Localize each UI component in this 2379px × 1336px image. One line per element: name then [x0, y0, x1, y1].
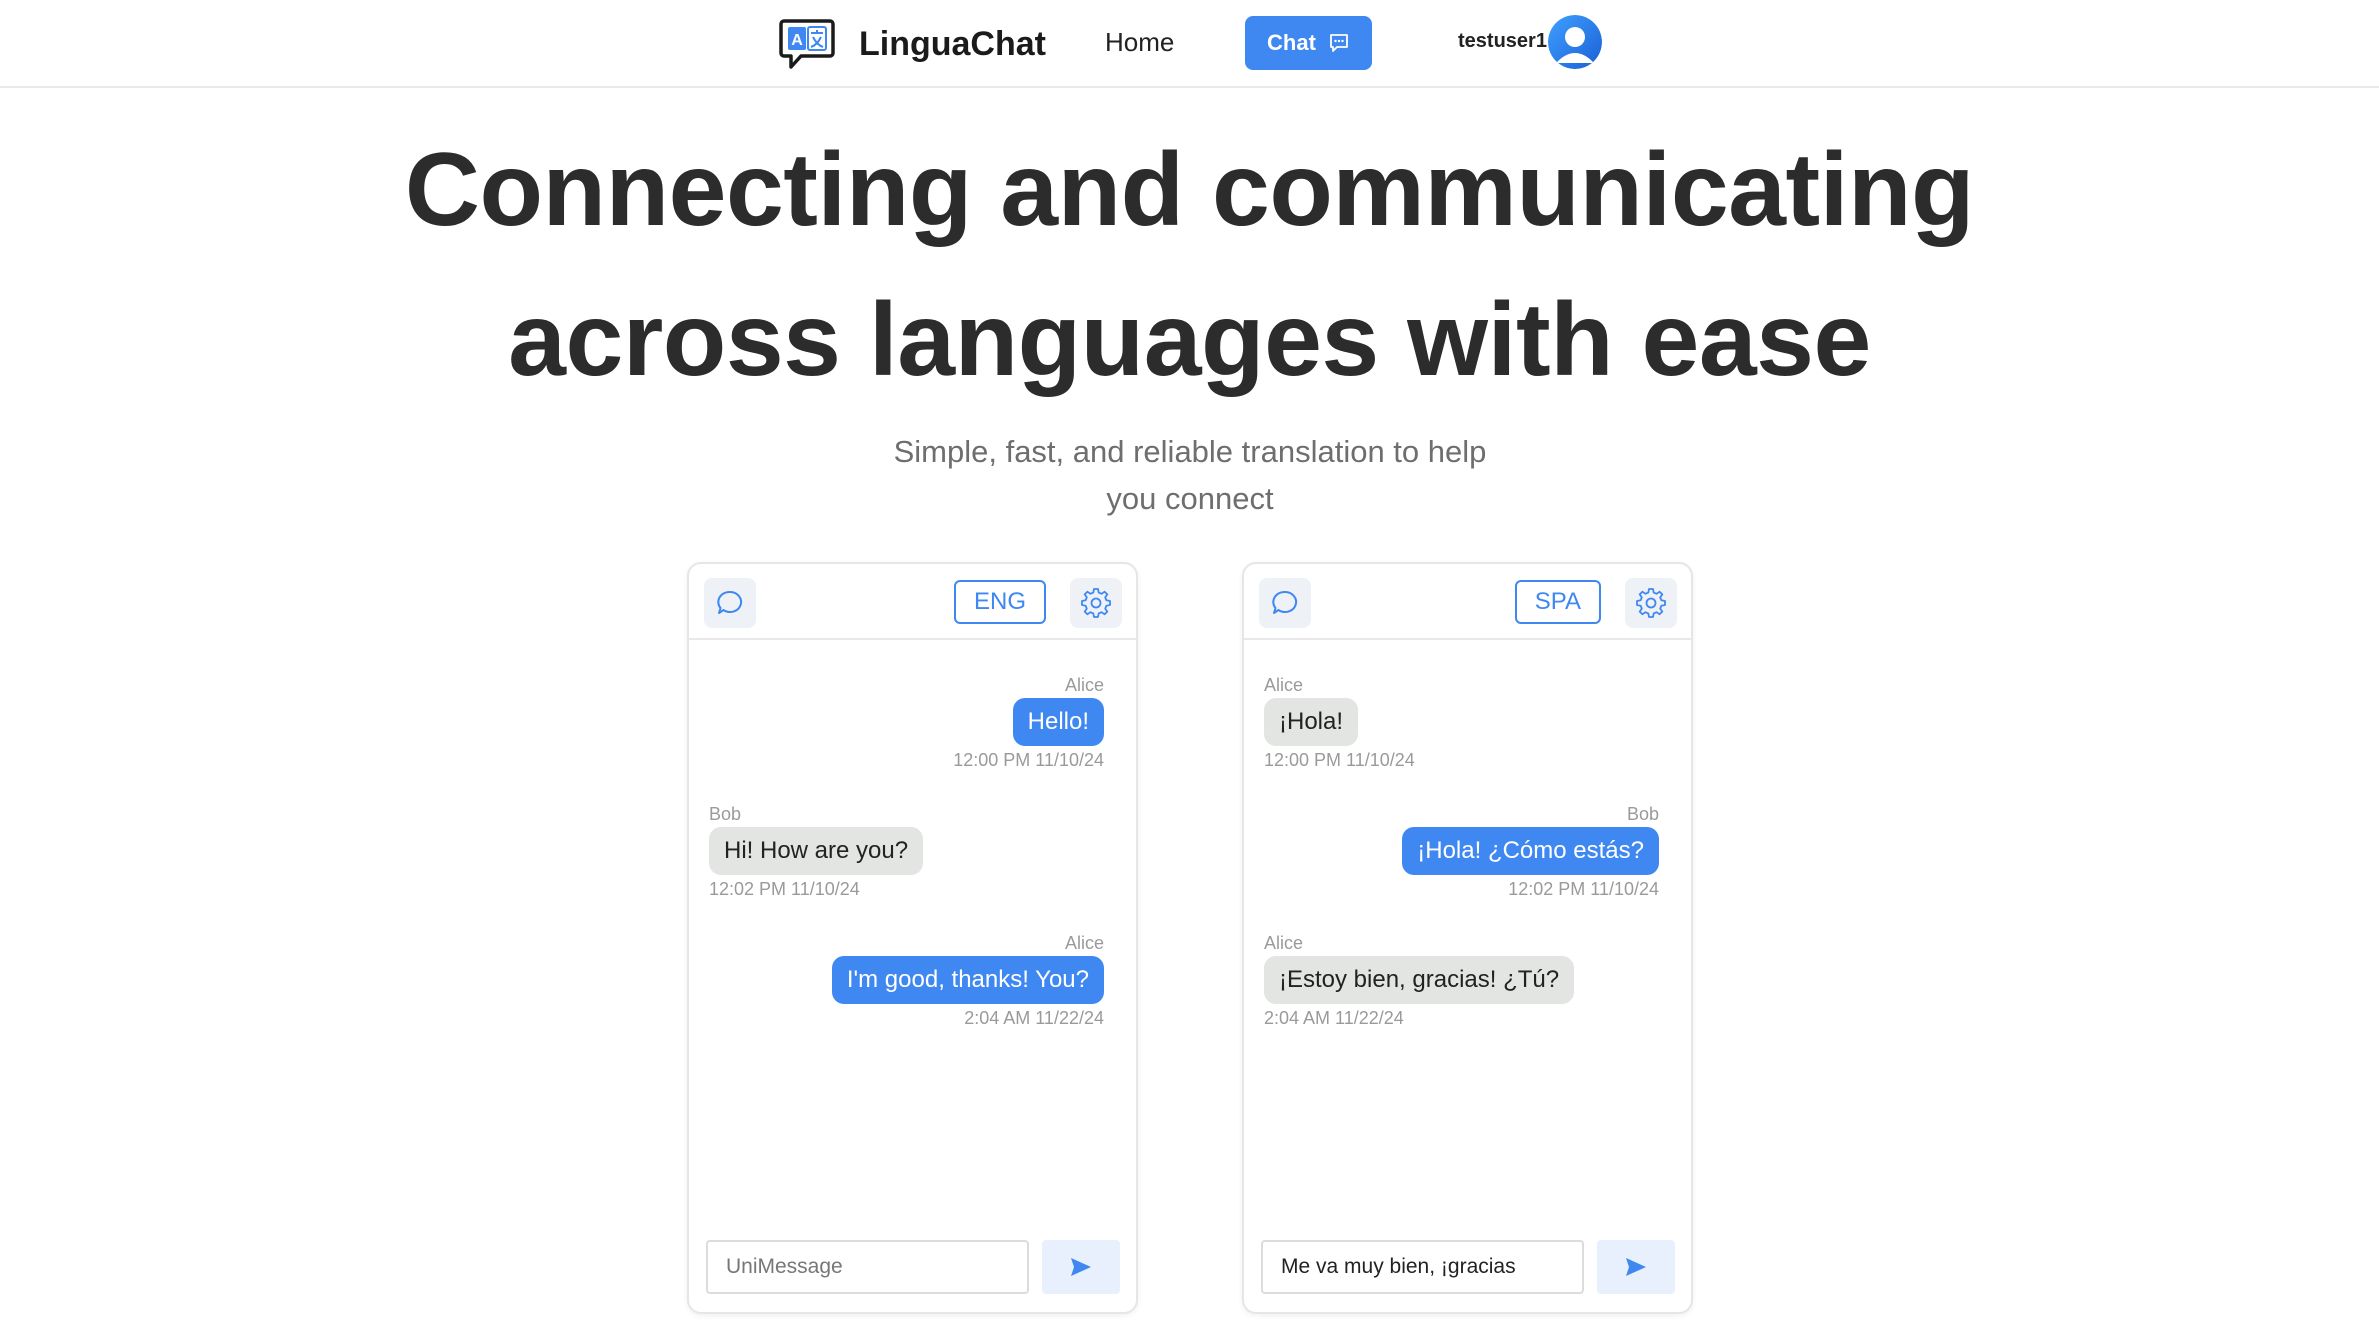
- message-item: Bob ¡Hola! ¿Cómo estás? 12:02 PM 11/10/2…: [1402, 801, 1659, 903]
- hero-title: Connecting and communicating across lang…: [0, 115, 2379, 415]
- message-item: Alice Hello! 12:00 PM 11/10/24: [953, 672, 1104, 774]
- message-timestamp: 12:02 PM 11/10/24: [709, 879, 860, 899]
- message-timestamp: 12:00 PM 11/10/24: [1264, 750, 1415, 770]
- chat-bubble-icon: [717, 590, 743, 614]
- message-timestamp: 2:04 AM 11/22/24: [1264, 1008, 1404, 1028]
- message-sender: Alice: [1064, 675, 1104, 695]
- message-sender: Bob: [709, 804, 742, 824]
- message-input[interactable]: [706, 1240, 1029, 1294]
- message-bubble: ¡Estoy bien, gracias! ¿Tú?: [1264, 956, 1575, 1004]
- settings-button[interactable]: [1070, 578, 1122, 628]
- gear-icon: [1636, 588, 1666, 618]
- nav-chat-label: Chat: [1267, 30, 1316, 55]
- send-button[interactable]: [1042, 1240, 1120, 1294]
- svg-text:A: A: [791, 32, 803, 49]
- send-button[interactable]: [1597, 1240, 1675, 1294]
- message-bubble: ¡Hola! ¿Cómo estás?: [1402, 827, 1659, 875]
- message-sender: Bob: [1626, 804, 1659, 824]
- hero-subtitle-line-1: Simple, fast, and reliable translation t…: [893, 434, 1487, 469]
- top-navbar: A LinguaChat Home Chat testuser1: [0, 0, 2379, 88]
- send-icon: [1626, 1258, 1646, 1276]
- message-sender: Alice: [1264, 933, 1304, 953]
- chat-toggle-button[interactable]: [1259, 578, 1311, 628]
- chat-card-header: ENG: [689, 564, 1136, 640]
- language-badge[interactable]: ENG: [953, 580, 1046, 624]
- hero-subtitle-line-2: you connect: [1106, 481, 1274, 516]
- hero-title-line-1: Connecting and communicating: [404, 132, 1975, 248]
- brand-name: LinguaChat: [859, 24, 1046, 63]
- gear-icon: [1081, 588, 1111, 618]
- message-bubble: Hi! How are you?: [709, 827, 924, 875]
- nav-chat-button[interactable]: Chat: [1245, 16, 1372, 70]
- nav-home-link[interactable]: Home: [1105, 27, 1174, 58]
- message-item: Alice ¡Estoy bien, gracias! ¿Tú? 2:04 AM…: [1264, 930, 1575, 1032]
- message-input[interactable]: [1261, 1240, 1584, 1294]
- send-icon: [1071, 1258, 1091, 1276]
- chat-card-spanish: SPA Alice ¡Hola! 12:00 PM 11/10/24 Bob ¡…: [1242, 562, 1693, 1314]
- chat-card-english: ENG Alice Hello! 12:00 PM 11/10/24 Bob H…: [687, 562, 1138, 1314]
- message-item: Bob Hi! How are you? 12:02 PM 11/10/24: [709, 801, 924, 903]
- message-item: Alice ¡Hola! 12:00 PM 11/10/24: [1264, 672, 1415, 774]
- language-badge[interactable]: SPA: [1514, 580, 1601, 624]
- chat-bubble-icon: [1272, 590, 1298, 614]
- message-timestamp: 2:04 AM 11/22/24: [964, 1008, 1104, 1028]
- chat-card-header: SPA: [1244, 564, 1691, 640]
- hero-title-line-2: across languages with ease: [508, 282, 1871, 398]
- message-bubble: ¡Hola!: [1264, 698, 1359, 746]
- message-timestamp: 12:02 PM 11/10/24: [1508, 879, 1659, 899]
- message-sender: Alice: [1064, 933, 1104, 953]
- message-bubble: Hello!: [1012, 698, 1104, 746]
- message-bubble: I'm good, thanks! You?: [831, 956, 1104, 1004]
- message-sender: Alice: [1264, 675, 1304, 695]
- chat-toggle-button[interactable]: [704, 578, 756, 628]
- brand[interactable]: A LinguaChat: [779, 17, 1046, 71]
- hero-subtitle: Simple, fast, and reliable translation t…: [880, 428, 1500, 522]
- chat-bubble-icon: [1330, 34, 1348, 52]
- message-timestamp: 12:00 PM 11/10/24: [953, 750, 1104, 770]
- translate-chat-logo-icon: A: [779, 19, 835, 69]
- settings-button[interactable]: [1625, 578, 1677, 628]
- user-avatar-icon[interactable]: [1548, 15, 1602, 69]
- message-item: Alice I'm good, thanks! You? 2:04 AM 11/…: [831, 930, 1104, 1032]
- username: testuser1: [1458, 30, 1547, 52]
